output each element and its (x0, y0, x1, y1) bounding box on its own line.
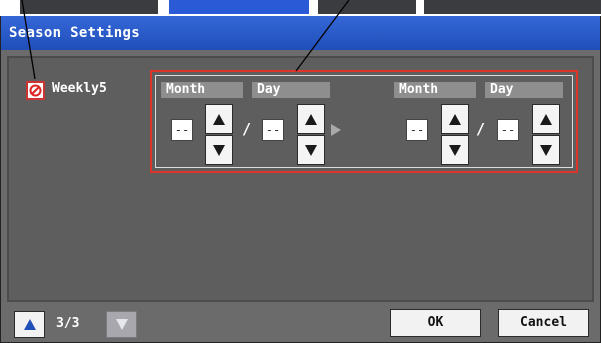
end-day-up-button[interactable] (532, 104, 560, 134)
end-day-field[interactable]: -- (497, 119, 519, 141)
end-day-down-button[interactable] (532, 135, 560, 165)
start-date-separator: / (242, 120, 252, 138)
end-month-field[interactable]: -- (406, 119, 428, 141)
start-day-field[interactable]: -- (262, 119, 284, 141)
dialog-title: Season Settings (1, 16, 600, 50)
triangle-down-icon (213, 144, 225, 156)
start-month-down-button[interactable] (205, 135, 233, 165)
triangle-down-icon (540, 144, 552, 156)
triangle-up-icon (449, 113, 461, 125)
triangle-up-icon (305, 113, 317, 125)
end-date-separator: / (476, 120, 486, 138)
start-month-header: Month (161, 82, 243, 98)
start-month-field[interactable]: -- (171, 119, 193, 141)
top-strip (0, 0, 601, 16)
end-month-header: Month (394, 82, 476, 98)
cancel-button[interactable]: Cancel (498, 309, 589, 337)
page-up-button[interactable] (14, 311, 45, 338)
top-strip-segment (20, 0, 158, 14)
start-day-header: Day (252, 82, 330, 98)
end-month-up-button[interactable] (441, 104, 469, 134)
triangle-down-icon (115, 319, 128, 330)
triangle-up-icon (213, 113, 225, 125)
ok-button[interactable]: OK (390, 309, 481, 337)
start-month-up-button[interactable] (205, 104, 233, 134)
end-day-header: Day (485, 82, 563, 98)
range-arrow-icon (330, 122, 342, 141)
top-strip-segment-active (169, 0, 309, 14)
prohibited-icon (29, 84, 42, 97)
start-day-down-button[interactable] (297, 135, 325, 165)
season-settings-dialog: Season Settings (0, 16, 601, 343)
top-strip-segment (424, 0, 601, 14)
triangle-down-icon (449, 144, 461, 156)
triangle-up-icon (23, 319, 36, 330)
page-indicator: 3/3 (56, 316, 80, 331)
end-month-down-button[interactable] (441, 135, 469, 165)
triangle-up-icon (540, 113, 552, 125)
start-day-up-button[interactable] (297, 104, 325, 134)
triangle-down-icon (305, 144, 317, 156)
weekly-toggle[interactable] (26, 81, 45, 100)
top-strip-segment (318, 0, 416, 14)
weekly-label: Weekly5 (52, 81, 107, 96)
page-down-button (106, 311, 137, 338)
